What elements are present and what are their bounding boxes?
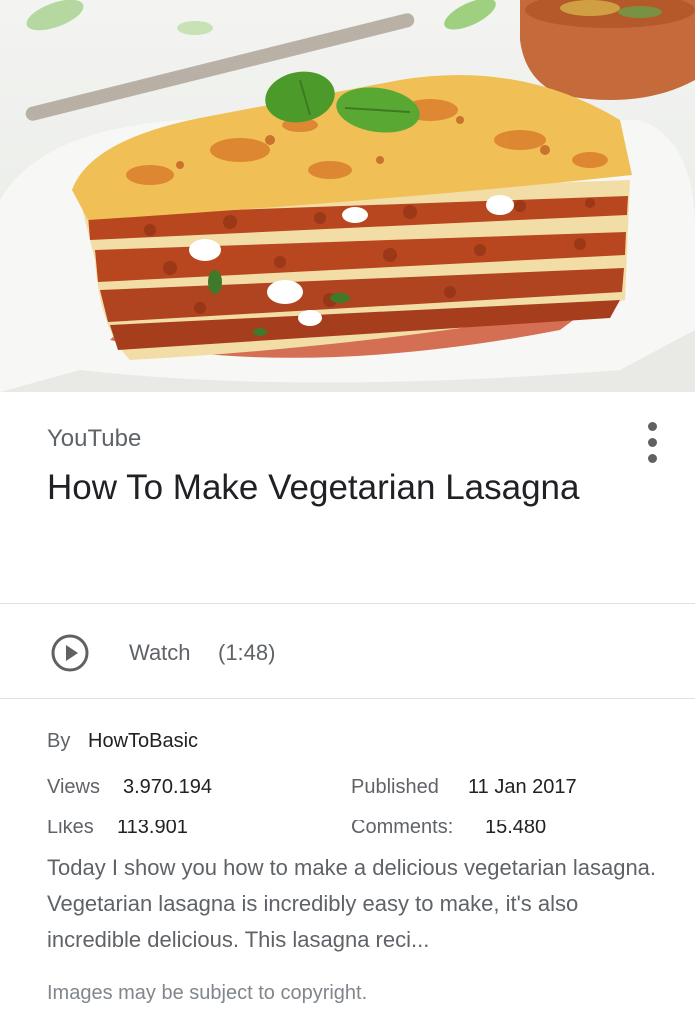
watch-label: Watch	[129, 640, 191, 665]
more-vert-icon-dot	[648, 438, 657, 447]
play-circle-icon	[51, 634, 89, 672]
more-vert-icon-dot	[648, 454, 657, 463]
published-label: Published	[351, 776, 439, 798]
watch-button[interactable]: Watch (1:48)	[0, 604, 695, 698]
published-value: 11 Jan 2017	[468, 776, 577, 798]
views-label: Views	[47, 776, 100, 798]
hero-image[interactable]	[0, 0, 695, 392]
channel-name[interactable]: HowToBasic	[88, 730, 198, 753]
likes-value: 113.901	[117, 820, 188, 838]
more-vert-icon	[648, 422, 657, 431]
views-value: 3.970.194	[123, 776, 212, 798]
stats-row-clipped: Likes 113.901 Comments: 15.480	[0, 820, 695, 838]
lasagna-illustration	[0, 0, 695, 392]
watch-duration: (1:48)	[218, 640, 276, 665]
likes-label: Likes	[47, 820, 94, 838]
source-label: YouTube	[47, 425, 142, 452]
video-description: Today I show you how to make a delicious…	[47, 855, 657, 952]
copyright-notice: Images may be subject to copyright.	[47, 982, 368, 1004]
by-label: By	[47, 730, 71, 752]
more-options-button[interactable]	[630, 418, 674, 466]
video-title[interactable]: How To Make Vegetarian Lasagna	[47, 461, 607, 515]
comments-label: Comments:	[351, 820, 454, 838]
divider	[0, 698, 695, 699]
comments-value: 15.480	[485, 820, 547, 838]
